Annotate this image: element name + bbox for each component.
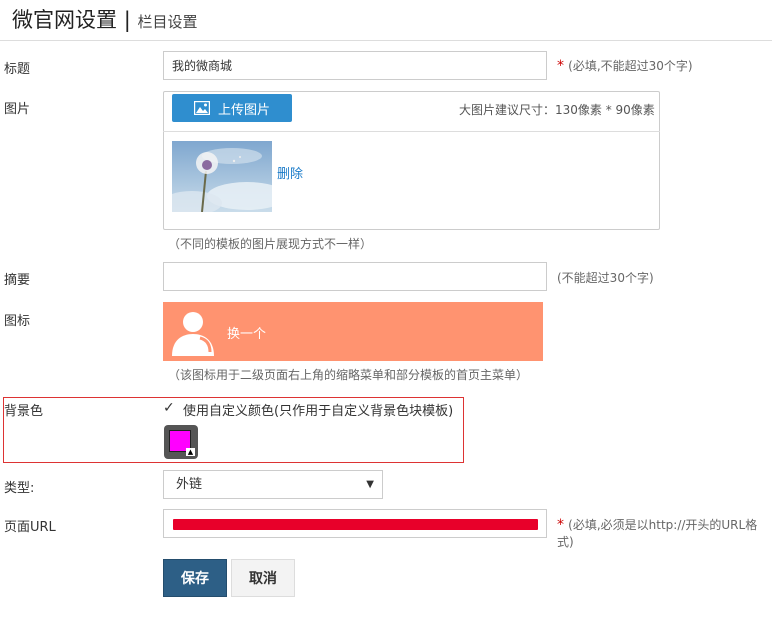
title-input[interactable]	[163, 51, 547, 80]
save-button[interactable]: 保存	[163, 559, 227, 597]
dandelion-photo	[172, 141, 272, 212]
custom-color-checkbox[interactable]: ✓	[163, 401, 177, 415]
summary-hint: (不能超过30个字)	[557, 271, 654, 285]
user-icon	[172, 312, 214, 356]
dropdown-arrow-icon: ▼	[366, 479, 374, 490]
title-required: * (必填,不能超过30个字)	[557, 57, 693, 74]
change-icon-button[interactable]: 换一个	[227, 323, 266, 342]
icon-label: 图标	[4, 314, 31, 329]
url-required: * (必填,必须是以http://开头的URL格式)	[557, 516, 772, 550]
type-select[interactable]: 外链 ▼	[163, 470, 383, 499]
url-label: 页面URL	[4, 520, 56, 535]
image-icon	[193, 101, 210, 115]
image-box-divider	[163, 131, 660, 132]
required-star: *	[557, 517, 564, 533]
image-size-hint: 大图片建议尺寸：130像素 * 90像素	[459, 103, 655, 117]
image-thumbnail	[172, 141, 272, 212]
delete-image-link[interactable]: 删除	[277, 163, 303, 182]
page-subtitle: 栏目设置	[137, 13, 198, 31]
image-note: （不同的模板的图片展现方式不一样）	[168, 237, 373, 251]
upload-image-button[interactable]: 上传图片	[172, 94, 292, 122]
title-separator: |	[123, 8, 131, 32]
url-hint: (必填,必须是以http://开头的URL格式)	[557, 518, 758, 549]
image-label: 图片	[4, 102, 31, 117]
required-star: *	[557, 58, 564, 74]
custom-color-label: 使用自定义颜色(只作用于自定义背景色块模板)	[183, 404, 454, 419]
summary-label: 摘要	[4, 273, 31, 288]
redaction-bar	[173, 519, 538, 530]
page-title-main: 微官网设置	[12, 8, 117, 32]
bg-color-label: 背景色	[4, 404, 44, 419]
upload-image-label: 上传图片	[217, 102, 270, 118]
icon-note: （该图标用于二级页面右上角的缩略菜单和部分模板的首页主菜单）	[168, 368, 529, 382]
type-label: 类型:	[4, 481, 35, 496]
type-selected-value: 外链	[176, 477, 203, 492]
summary-input[interactable]	[163, 262, 547, 291]
icon-preview-banner	[163, 302, 543, 361]
caret-up-icon: ▲	[186, 448, 195, 456]
header-divider	[0, 40, 772, 41]
cancel-button[interactable]: 取消	[231, 559, 295, 597]
title-hint: (必填,不能超过30个字)	[568, 59, 693, 73]
title-label: 标题	[4, 62, 31, 77]
page-title: 微官网设置 | 栏目设置	[12, 4, 197, 34]
